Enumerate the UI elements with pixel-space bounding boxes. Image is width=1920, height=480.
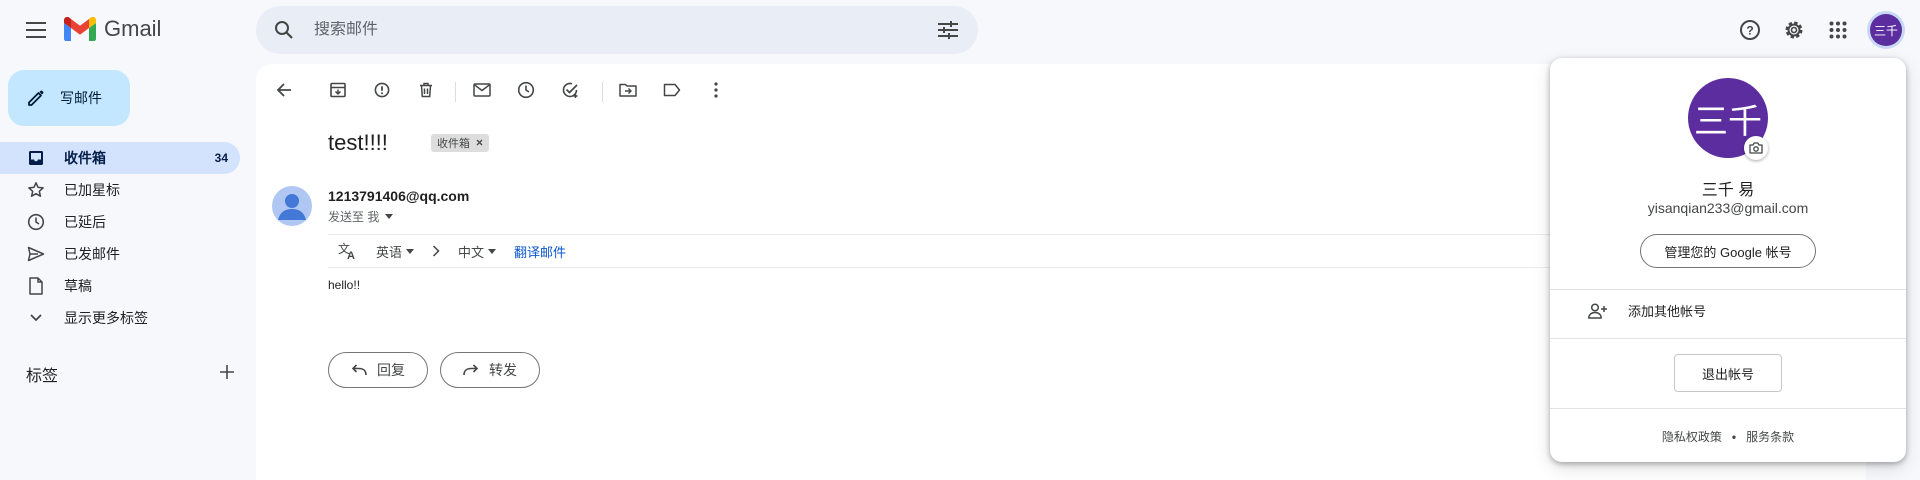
search-options-icon[interactable] [928, 10, 968, 50]
footer-separator: • [1731, 429, 1737, 444]
popup-divider [1550, 408, 1906, 409]
archive-icon[interactable] [322, 74, 354, 106]
sidebar-item-label: 草稿 [64, 278, 92, 294]
email-body: hello!! [328, 278, 361, 292]
translate-icon: 文A [338, 242, 358, 260]
clock-icon [26, 212, 46, 232]
sidebar-item-label: 已加星标 [64, 182, 120, 198]
sidebar-item-label: 已延后 [64, 214, 106, 230]
reply-button[interactable]: 回复 [328, 352, 428, 388]
label-chip-text: 收件箱 [437, 138, 470, 150]
target-language-select[interactable]: 中文 [458, 242, 497, 261]
forward-button[interactable]: 转发 [440, 352, 540, 388]
caret-down-icon [406, 248, 415, 254]
account-popup: 三千 三千 易 yisanqian233@gmail.com 管理您的 Goog… [1550, 58, 1906, 462]
privacy-policy-link[interactable]: 隐私权政策 [1662, 428, 1722, 445]
sender-address[interactable]: 1213791406@qq.com [328, 188, 469, 204]
snooze-clock-icon[interactable] [510, 74, 542, 106]
add-label-icon[interactable] [220, 364, 234, 384]
avatar-initials: 三千 [1694, 102, 1762, 141]
toolbar-divider [602, 82, 603, 102]
change-photo-camera-icon[interactable] [1744, 136, 1768, 160]
reply-label: 回复 [377, 362, 405, 378]
send-icon [26, 244, 46, 264]
inbox-label-chip[interactable]: 收件箱 [431, 134, 489, 152]
labels-heading: 标签 [26, 368, 59, 385]
unread-count: 34 [214, 151, 228, 165]
inbox-icon [26, 148, 46, 168]
main-menu-button[interactable] [20, 14, 52, 46]
recipient-text: 发送至 我 [328, 210, 380, 224]
settings-gear-icon[interactable] [1776, 12, 1812, 48]
svg-text:A: A [347, 250, 355, 260]
gmail-m-icon [64, 17, 96, 41]
more-options-icon[interactable] [700, 74, 732, 106]
add-to-tasks-icon[interactable] [554, 74, 586, 106]
sidebar-item-sent[interactable]: 已发邮件 [0, 238, 240, 270]
toolbar-divider [455, 82, 456, 102]
caret-down-icon [385, 214, 394, 219]
apps-grid-icon[interactable] [1820, 12, 1856, 48]
popup-divider [1550, 289, 1906, 290]
caret-down-icon [488, 248, 497, 254]
add-person-icon [1588, 302, 1607, 319]
source-language: 英语 [376, 244, 403, 260]
source-language-select[interactable]: 英语 [376, 242, 415, 261]
search-input[interactable] [304, 21, 928, 39]
sidebar-item-label: 收件箱 [64, 150, 106, 166]
account-initials: 三千 [1873, 23, 1898, 38]
label-tag-icon[interactable] [656, 74, 688, 106]
pencil-icon [28, 90, 44, 106]
email-subject: test!!!! [328, 130, 388, 155]
terms-of-service-link[interactable]: 服务条款 [1746, 428, 1794, 445]
forward-arrow-icon [463, 364, 479, 376]
mark-unread-icon[interactable] [466, 74, 498, 106]
sidebar-item-starred[interactable]: 已加星标 [0, 174, 240, 206]
sidebar-nav: 收件箱 34 已加星标 已延后 已发邮件 草稿 显示更多标签 [0, 142, 240, 334]
reply-arrow-icon [351, 364, 367, 376]
compose-label: 写邮件 [60, 90, 102, 106]
sidebar-item-inbox[interactable]: 收件箱 34 [0, 142, 240, 174]
sender-avatar[interactable] [272, 186, 312, 226]
hamburger-icon [26, 22, 46, 38]
star-icon [26, 180, 46, 200]
add-account-button[interactable]: 添加其他帐号 [1588, 301, 1706, 320]
sidebar-item-snoozed[interactable]: 已延后 [0, 206, 240, 238]
report-spam-icon[interactable] [366, 74, 398, 106]
gmail-logo[interactable]: Gmail [64, 16, 161, 42]
popup-divider [1550, 338, 1906, 339]
help-icon[interactable]: ? [1732, 12, 1768, 48]
svg-text:?: ? [1746, 24, 1753, 38]
manage-account-button[interactable]: 管理您的 Google 帐号 [1640, 234, 1816, 268]
sidebar-item-label: 已发邮件 [64, 246, 120, 262]
compose-button[interactable]: 写邮件 [8, 70, 130, 126]
back-arrow-icon[interactable] [268, 74, 300, 106]
forward-label: 转发 [489, 362, 517, 378]
labels-section-header: 标签 [26, 362, 234, 386]
draft-icon [26, 276, 46, 296]
translate-message-link[interactable]: 翻译邮件 [514, 242, 566, 261]
translate-bar: 文A 英语 中文 翻译邮件 [328, 234, 1668, 268]
chevron-right-icon [432, 245, 440, 257]
remove-label-icon[interactable] [476, 137, 483, 149]
delete-trash-icon[interactable] [410, 74, 442, 106]
sidebar-item-drafts[interactable]: 草稿 [0, 270, 240, 302]
account-email: yisanqian233@gmail.com [1647, 200, 1809, 216]
app-name: Gmail [104, 16, 162, 41]
search-bar[interactable] [256, 6, 978, 54]
move-to-folder-icon[interactable] [612, 74, 644, 106]
recipient-details-toggle[interactable]: 发送至 我 [328, 208, 394, 225]
search-icon[interactable] [264, 10, 304, 50]
sidebar-item-label: 显示更多标签 [64, 310, 148, 326]
sign-out-button[interactable]: 退出帐号 [1674, 354, 1782, 392]
popup-footer: 隐私权政策 • 服务条款 [1550, 428, 1906, 445]
target-language: 中文 [458, 244, 485, 260]
account-name: 三千 易 [1701, 182, 1755, 199]
account-avatar-button[interactable]: 三千 [1870, 14, 1902, 46]
chevron-down-icon [26, 308, 46, 328]
sidebar-item-more[interactable]: 显示更多标签 [0, 302, 240, 334]
add-account-label: 添加其他帐号 [1628, 304, 1707, 319]
